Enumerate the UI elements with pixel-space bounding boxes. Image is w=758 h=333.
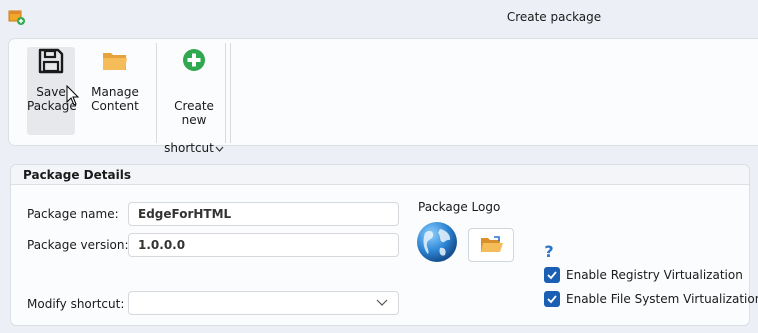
browse-logo-button[interactable]: [468, 228, 514, 262]
modify-shortcut-label: Modify shortcut:: [27, 297, 125, 311]
ribbon-separator: [156, 43, 157, 143]
title-bar: Create package: [0, 0, 758, 36]
modify-shortcut-dropdown[interactable]: [128, 291, 399, 315]
filesystem-virtualization-label: Enable File System Virtualization: [566, 292, 758, 306]
package-details-panel: Package Details Package name: EdgeForHTM…: [10, 164, 758, 326]
manage-content-button[interactable]: Manage Content: [89, 47, 141, 135]
open-folder-icon: [481, 236, 503, 252]
mouse-cursor-icon: [66, 85, 80, 106]
ribbon-separator: [225, 43, 226, 143]
create-new-shortcut-button[interactable]: Create new shortcut: [161, 47, 227, 155]
checkmark-icon: [547, 271, 557, 280]
green-plus-icon: [183, 49, 205, 71]
create-shortcut-label-line2: shortcut: [164, 141, 214, 155]
ribbon-toolbar: Save Package Manage Content Create new s…: [8, 38, 758, 155]
package-logo-label: Package Logo: [418, 200, 501, 214]
filesystem-virtualization-checkbox-row[interactable]: Enable File System Virtualization: [544, 291, 758, 311]
registry-virtualization-checkbox[interactable]: [544, 267, 560, 283]
manage-content-label: Manage Content: [91, 85, 139, 113]
ribbon-separator: [230, 43, 231, 143]
checkmark-icon: [547, 295, 557, 304]
folder-icon: [103, 53, 127, 70]
package-version-label: Package version:: [27, 238, 129, 252]
registry-virtualization-label: Enable Registry Virtualization: [566, 268, 743, 282]
chevron-down-icon: [376, 299, 388, 306]
question-mark-icon[interactable]: ?: [542, 242, 556, 260]
package-details-header: Package Details: [11, 165, 749, 185]
globe-icon: [417, 222, 457, 262]
floppy-disk-icon: [38, 48, 64, 74]
package-name-label: Package name:: [27, 207, 119, 221]
filesystem-virtualization-checkbox[interactable]: [544, 291, 560, 307]
chevron-down-icon: [215, 146, 224, 152]
create-shortcut-label-line1: Create new: [174, 99, 214, 127]
package-name-field[interactable]: EdgeForHTML: [128, 202, 399, 226]
package-version-field[interactable]: 1.0.0.0: [128, 233, 399, 257]
svg-text:?: ?: [544, 242, 553, 260]
registry-virtualization-checkbox-row[interactable]: Enable Registry Virtualization: [544, 267, 744, 287]
window-title: Create package: [506, 10, 602, 24]
